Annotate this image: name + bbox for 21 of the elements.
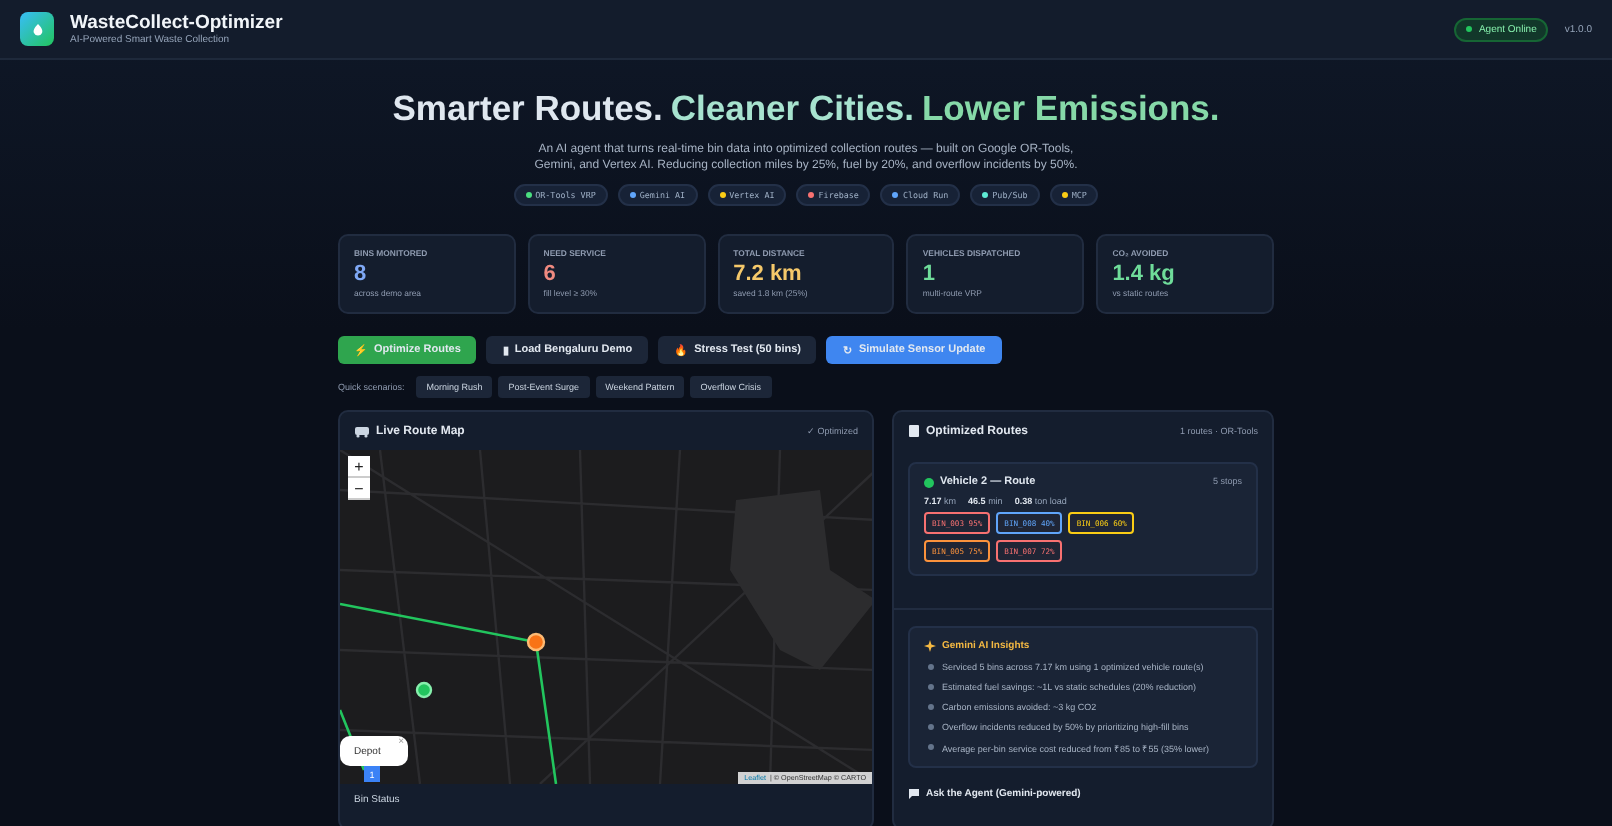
bullet-icon	[928, 704, 934, 711]
bus-icon	[354, 425, 370, 438]
zoom-in-button[interactable]: +	[348, 456, 370, 479]
app-title: WasteCollect-Optimizer	[70, 12, 283, 34]
bin-marker[interactable]	[415, 682, 433, 699]
stat-value: 1	[922, 262, 938, 287]
stat-value: 8	[354, 262, 369, 287]
chat-icon	[908, 788, 920, 801]
bullet-icon	[928, 664, 934, 671]
stat-value: 6	[543, 262, 558, 287]
stat-value: 7.2 km	[733, 262, 804, 287]
app-logo-icon	[20, 12, 54, 46]
bin-marker[interactable]	[526, 633, 546, 652]
bullet-icon	[928, 744, 934, 751]
sparkle-icon	[924, 640, 936, 653]
clipboard-icon	[908, 424, 920, 439]
bullet-icon	[928, 684, 934, 691]
stat-value: 1.4 kg	[1112, 262, 1177, 287]
route-dot-icon	[924, 477, 934, 488]
hero-title: Smarter Routes. Cleaner Cities. Lower Emissions.	[392, 88, 1220, 130]
bullet-icon	[928, 724, 934, 731]
